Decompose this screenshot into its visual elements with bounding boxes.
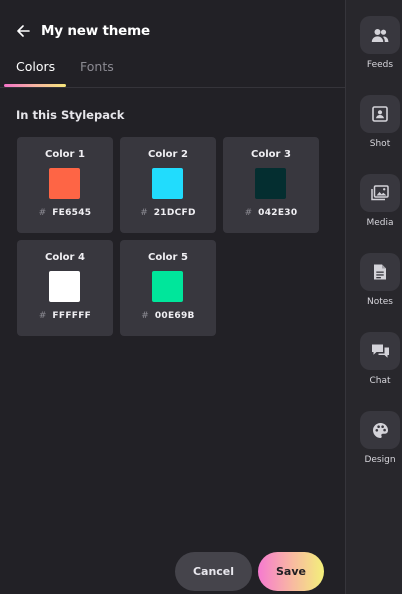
color-swatch [152,168,183,199]
rail-item-shot[interactable]: Shot [360,95,400,149]
rail-icon-button[interactable] [360,411,400,449]
color-name: Color 2 [148,149,188,160]
color-hex: 21DCFD [153,208,196,218]
panel-header: My new theme [16,20,150,42]
color-name: Color 1 [45,149,85,160]
color-name: Color 3 [251,149,291,160]
page-title: My new theme [41,23,150,39]
color-swatch [152,271,183,302]
hash-icon: # [244,208,253,218]
color-swatch [49,168,80,199]
rail-label: Media [366,218,394,228]
rail-item-media[interactable]: Media [360,174,400,228]
cancel-button[interactable]: Cancel [175,552,252,591]
tab-colors[interactable]: Colors [16,59,55,74]
rail-icon-button[interactable] [360,253,400,291]
color-card-3[interactable]: Color 3 # 042E30 [223,137,319,233]
color-card-1[interactable]: Color 1 # FE6545 [17,137,113,233]
right-rail: Feeds Shot Media Notes Chat Design [345,0,402,594]
rail-label: Notes [367,297,393,307]
rail-label: Feeds [366,60,394,70]
hex-row: # FE6545 [17,208,113,218]
theme-editor-panel: My new theme Colors Fonts In this Stylep… [0,0,345,594]
color-hex: 00E69B [154,311,195,321]
hex-row: # 00E69B [120,311,216,321]
color-swatch [255,168,286,199]
images-icon [371,185,389,201]
hash-icon: # [38,311,47,321]
portrait-icon [372,106,388,122]
rail-icon-button[interactable] [360,332,400,370]
people-icon [371,28,389,42]
rail-item-notes[interactable]: Notes [360,253,400,307]
color-hex: FFFFFF [52,311,92,321]
hash-icon: # [140,208,148,218]
tab-fonts[interactable]: Fonts [80,59,114,74]
color-card-5[interactable]: Color 5 # 00E69B [120,240,216,336]
hex-row: # 042E30 [223,208,319,218]
save-button[interactable]: Save [258,552,324,591]
rail-icon-button[interactable] [360,95,400,133]
hex-row: # FFFFFF [17,311,113,321]
color-swatch [49,271,80,302]
document-icon [374,264,386,280]
arrow-left-icon [16,25,30,37]
color-card-4[interactable]: Color 4 # FFFFFF [17,240,113,336]
color-hex: FE6545 [52,208,92,218]
palette-icon [372,422,388,438]
color-card-2[interactable]: Color 2 # 21DCFD [120,137,216,233]
rail-item-feeds[interactable]: Feeds [360,16,400,70]
rail-label: Chat [369,376,391,386]
hash-icon: # [38,208,47,218]
section-title: In this Stylepack [16,108,125,122]
color-name: Color 5 [148,252,188,263]
rail-item-design[interactable]: Design [360,411,400,465]
chat-icon [371,344,389,358]
hash-icon: # [141,311,149,321]
rail-item-chat[interactable]: Chat [360,332,400,386]
rail-label: Shot [369,139,391,149]
rail-icon-button[interactable] [360,16,400,54]
rail-label: Design [364,455,396,465]
rail-icon-button[interactable] [360,174,400,212]
active-tab-indicator [4,84,66,87]
hex-row: # 21DCFD [120,208,216,218]
tab-bar: Colors Fonts [0,56,345,88]
back-button[interactable] [16,24,30,38]
color-name: Color 4 [45,252,85,263]
color-hex: 042E30 [258,208,298,218]
